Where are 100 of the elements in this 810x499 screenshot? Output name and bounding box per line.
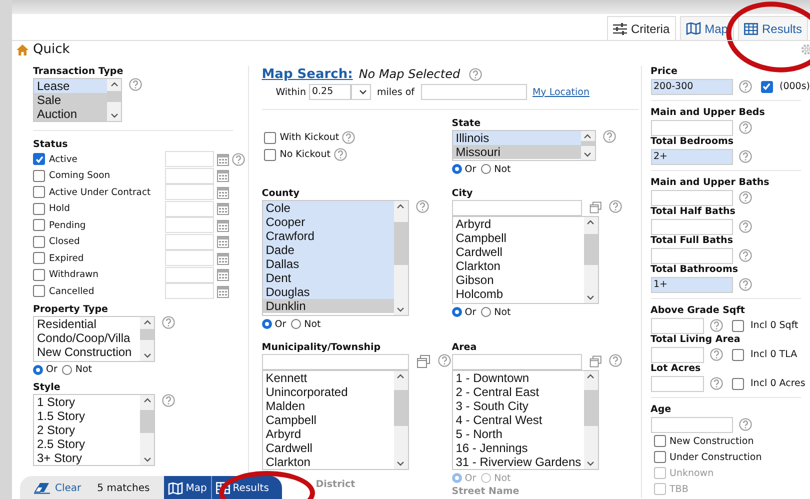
checkbox-label[interactable]: Incl 0 TLA [750, 349, 798, 360]
checkbox-label[interactable]: New Construction [670, 436, 754, 446]
checkbox-label[interactable]: No Kickout [280, 149, 330, 160]
help-icon[interactable] [342, 131, 356, 144]
help-icon[interactable] [738, 191, 752, 204]
input-field[interactable] [650, 318, 704, 334]
list-option[interactable]: 1.5 Story [34, 408, 140, 422]
radio-button[interactable] [33, 364, 43, 374]
scroll-down-icon[interactable] [396, 460, 406, 467]
date-field[interactable] [165, 168, 214, 184]
scrollbar[interactable] [140, 316, 154, 360]
checkbox[interactable] [33, 285, 45, 298]
list-option[interactable]: 4 - Central West [452, 413, 584, 427]
help-icon[interactable] [608, 354, 622, 367]
calendar-icon[interactable] [217, 235, 229, 248]
help-icon[interactable] [232, 152, 245, 166]
checkbox[interactable] [33, 268, 45, 281]
list-option[interactable]: Auction [34, 107, 107, 121]
checkbox-label[interactable]: Under Construction [670, 452, 762, 462]
checkbox-label[interactable]: Cancelled [49, 286, 165, 297]
checkbox[interactable] [732, 348, 744, 360]
scroll-down-icon[interactable] [583, 151, 592, 158]
list-option[interactable]: Lease [34, 79, 107, 93]
copy-icon[interactable] [588, 354, 602, 369]
checkbox-label[interactable]: Hold [49, 203, 165, 214]
help-icon[interactable] [738, 80, 752, 93]
radio-label[interactable]: Or [274, 318, 286, 330]
list-box[interactable]: Cole Cooper Crawford Dade Dallas Dent Douglas Dunklin [262, 200, 409, 316]
list-option[interactable]: Cooper [262, 215, 394, 229]
help-icon[interactable] [334, 148, 346, 161]
list-option[interactable]: 1 Story [34, 394, 140, 408]
calendar-icon[interactable] [217, 268, 229, 282]
scrollbar[interactable] [140, 394, 154, 464]
list-option[interactable]: Malden [262, 399, 394, 413]
list-option[interactable]: Unincorporated [262, 385, 394, 399]
help-icon[interactable] [738, 249, 752, 262]
scroll-down-icon[interactable] [142, 352, 152, 358]
list-option[interactable]: Dunklin [262, 299, 394, 313]
date-field[interactable] [165, 151, 214, 168]
radio-label[interactable]: Not [304, 318, 321, 330]
date-field[interactable] [165, 200, 214, 217]
help-icon[interactable] [738, 278, 752, 291]
list-option[interactable]: Cardwell [452, 245, 584, 259]
help-icon[interactable] [602, 130, 616, 143]
date-field[interactable] [165, 184, 214, 200]
scroll-thumb[interactable] [584, 390, 598, 426]
radio-label[interactable]: Or [46, 364, 58, 375]
list-option[interactable]: 2 - Central East [452, 385, 584, 399]
checkbox-label[interactable]: Closed [49, 236, 165, 248]
calendar-icon[interactable] [217, 186, 229, 199]
help-icon[interactable] [129, 78, 142, 91]
scroll-thumb[interactable] [107, 90, 121, 102]
list-option[interactable]: 1 - Downtown [452, 371, 584, 385]
checkbox[interactable] [33, 170, 45, 182]
list-option[interactable]: 3 - South City [452, 399, 584, 413]
list-option[interactable]: 5 - North [452, 427, 584, 441]
list-option[interactable]: 31 - Riverview Gardens [452, 455, 584, 469]
help-icon[interactable] [738, 418, 752, 431]
list-option[interactable]: Crawford [262, 229, 394, 243]
list-option[interactable]: Clarkton [452, 259, 584, 273]
list-box[interactable]: Lease Sale Auction [33, 78, 122, 122]
scroll-thumb[interactable] [140, 410, 154, 434]
date-field[interactable] [165, 283, 214, 300]
checkbox[interactable] [33, 153, 45, 166]
scroll-down-icon[interactable] [142, 456, 152, 462]
list-option[interactable]: Holcomb [452, 287, 584, 301]
checkbox[interactable] [732, 320, 744, 332]
input-field[interactable] [650, 120, 732, 136]
list-option[interactable]: Dent [262, 271, 394, 285]
radio-label[interactable]: Not [494, 164, 511, 174]
list-option[interactable]: Arbyrd [452, 217, 584, 231]
list-box[interactable]: 1 Story 1.5 Story 2 Story 2.5 Story 3+ Story [33, 394, 155, 466]
radio-label[interactable]: Not [75, 364, 92, 375]
checkbox-label[interactable]: Incl 0 Sqft [750, 320, 798, 331]
list-option[interactable]: Dallas [262, 257, 394, 271]
list-option[interactable]: Sale [34, 93, 107, 107]
input-field[interactable] [650, 218, 732, 234]
help-icon[interactable] [416, 200, 429, 213]
date-field[interactable] [165, 266, 214, 283]
checkbox-label[interactable]: Coming Soon [49, 170, 165, 182]
list-option[interactable]: Residential [34, 316, 140, 330]
help-icon[interactable] [710, 319, 722, 332]
list-option[interactable]: 2 Story [34, 422, 140, 436]
clear-button[interactable]: Clear [34, 482, 82, 494]
checkbox[interactable] [654, 435, 666, 447]
scroll-up-icon[interactable] [142, 396, 152, 404]
list-option[interactable]: Missouri [452, 145, 581, 159]
scroll-down-icon[interactable] [110, 112, 118, 119]
map-search-link[interactable]: Map Search: [262, 66, 353, 82]
help-icon[interactable] [162, 316, 175, 328]
list-box[interactable]: Illinois Missouri [452, 130, 596, 161]
help-icon[interactable] [162, 394, 175, 406]
scroll-up-icon[interactable] [586, 373, 596, 380]
list-option[interactable]: Clarkton [262, 455, 394, 469]
calendar-icon[interactable] [217, 252, 229, 265]
list-option[interactable]: Cardwell [262, 441, 394, 455]
input-field[interactable] [650, 346, 704, 362]
scrollbar[interactable] [584, 371, 598, 469]
radio-button[interactable] [291, 319, 302, 329]
input-field[interactable] [650, 248, 732, 264]
